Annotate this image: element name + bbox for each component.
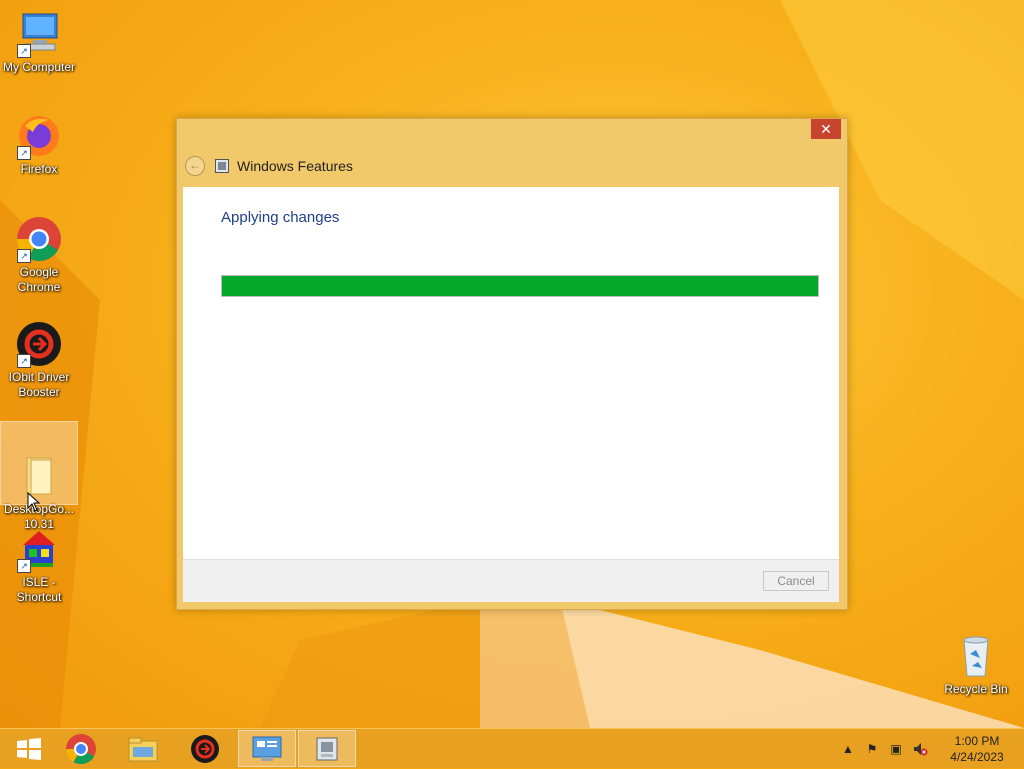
driver-booster-icon: ↗ — [15, 320, 63, 368]
driver-booster-icon — [191, 734, 219, 763]
isle-icon: ↗ — [15, 525, 63, 573]
windows-features-dialog: ✕ ← Windows Features Applying changes Ca… — [176, 118, 848, 610]
chrome-icon: ↗ — [15, 215, 63, 263]
clock-time: 1:00 PM — [954, 734, 1000, 748]
taskbar-windows-features[interactable] — [298, 730, 356, 767]
desktop-icon-label: ISLE - Shortcut — [16, 575, 62, 604]
windows-features-icon — [215, 159, 229, 173]
desktop-icon-label: Firefox — [20, 162, 58, 176]
network-icon[interactable]: ▣ — [888, 741, 904, 757]
taskbar-driver-booster[interactable] — [176, 730, 234, 767]
close-button[interactable]: ✕ — [811, 119, 841, 139]
desktop-icon-my-computer[interactable]: ↗ My Computer — [1, 10, 77, 75]
desktop-icon-recycle-bin[interactable]: Recycle Bin — [936, 632, 1016, 697]
shortcut-arrow-icon: ↗ — [17, 44, 31, 58]
windows-features-icon — [316, 737, 338, 760]
recycle-bin-icon — [952, 632, 1000, 680]
clock-date: 4/24/2023 — [950, 750, 1004, 764]
control-panel-icon — [252, 736, 282, 761]
desktop-icon-isle-shortcut[interactable]: ↗ ISLE - Shortcut — [1, 525, 77, 605]
volume-muted-icon[interactable] — [912, 741, 928, 757]
progress-bar — [221, 275, 819, 297]
status-heading: Applying changes — [221, 209, 340, 226]
file-explorer-icon — [128, 737, 158, 761]
shortcut-arrow-icon: ↗ — [17, 354, 31, 368]
desktop-icon-google-chrome[interactable]: ↗ Google Chrome — [1, 215, 77, 295]
firefox-icon: ↗ — [15, 112, 63, 160]
desktop-icon-driver-booster[interactable]: ↗ IObit Driver Booster — [1, 320, 77, 400]
desktop-icon-label: My Computer — [2, 60, 76, 74]
progress-bar-fill — [222, 276, 818, 296]
desktop-icon-firefox[interactable]: ↗ Firefox — [1, 112, 77, 177]
show-hidden-icons-chevron-up-icon[interactable]: ▲ — [840, 741, 856, 757]
taskbar-file-explorer[interactable] — [114, 730, 172, 767]
taskbar-clock[interactable]: 1:00 PM 4/24/2023 — [938, 733, 1016, 765]
action-center-flag-icon[interactable]: ⚑ — [864, 741, 880, 757]
shortcut-arrow-icon: ↗ — [17, 559, 31, 573]
back-arrow-icon[interactable]: ← — [185, 156, 205, 176]
computer-icon: ↗ — [15, 10, 63, 58]
chrome-icon — [66, 733, 96, 764]
shortcut-arrow-icon: ↗ — [17, 146, 31, 160]
cancel-button[interactable]: Cancel — [763, 571, 829, 591]
dialog-titlebar: ← Windows Features — [185, 155, 353, 177]
mouse-cursor-icon — [27, 492, 41, 512]
start-button[interactable] — [0, 730, 58, 767]
shortcut-arrow-icon: ↗ — [17, 249, 31, 263]
desktop-icon-label: Google Chrome — [17, 265, 61, 294]
dialog-footer: Cancel — [183, 559, 839, 602]
dialog-content: Applying changes — [183, 187, 839, 559]
dialog-title: Windows Features — [237, 158, 353, 174]
taskbar-control-panel[interactable] — [238, 730, 296, 767]
taskbar-chrome[interactable] — [52, 730, 110, 767]
system-tray: ▲ ⚑ ▣ 1:00 PM 4/24/2023 — [836, 729, 1024, 769]
desktop-icon-label: Recycle Bin — [944, 682, 1008, 696]
desktop-icon-label: IObit Driver Booster — [8, 370, 70, 399]
windows-logo-icon — [17, 737, 41, 760]
folder-icon — [15, 437, 63, 495]
taskbar: ▲ ⚑ ▣ 1:00 PM 4/24/2023 — [0, 728, 1024, 768]
